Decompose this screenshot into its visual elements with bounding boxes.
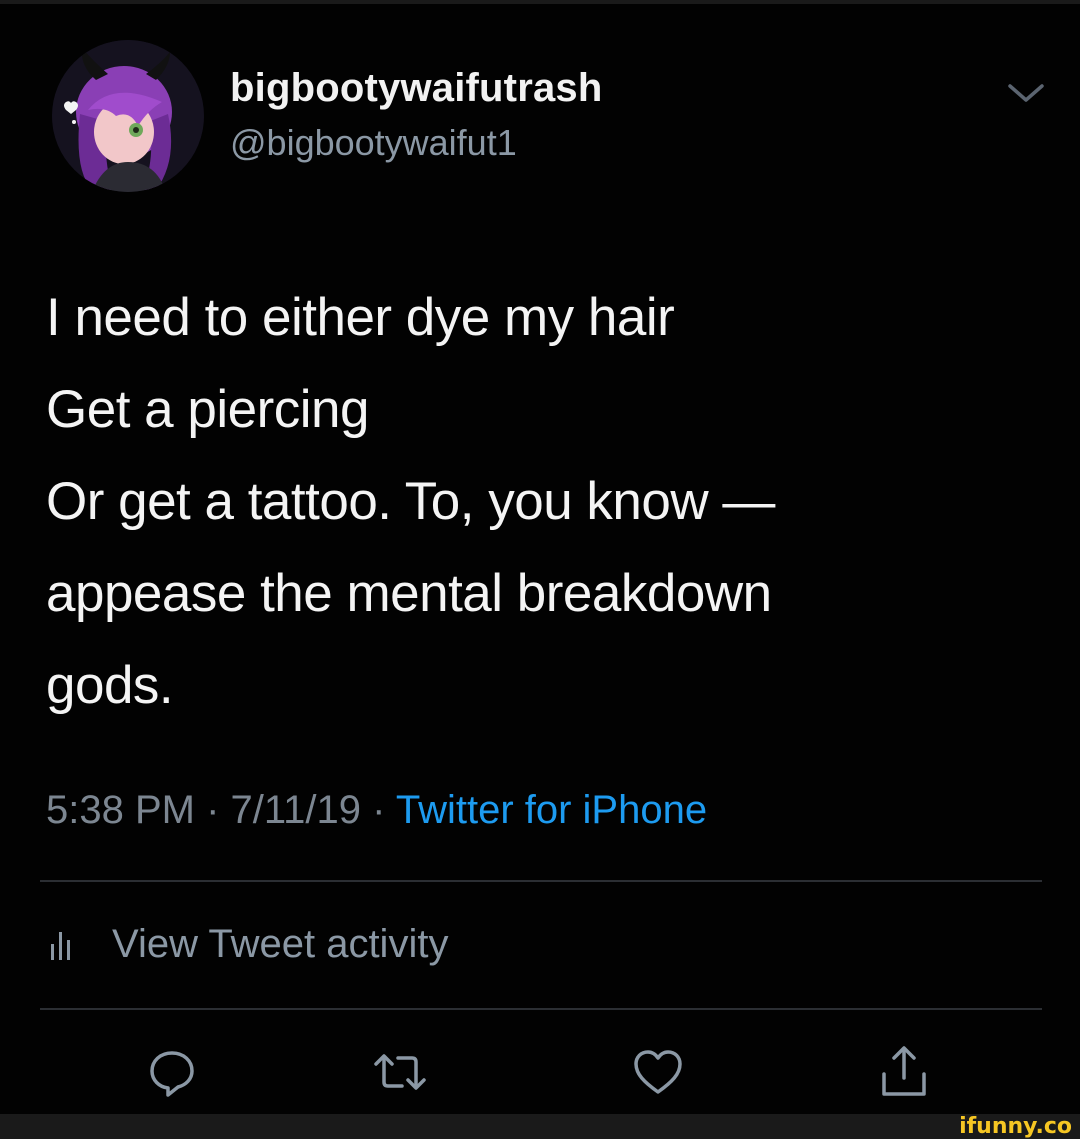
tweet-line: I need to either dye my hair bbox=[46, 288, 675, 347]
heart-icon[interactable] bbox=[630, 1044, 686, 1100]
meta-separator: · bbox=[361, 788, 396, 832]
divider bbox=[40, 880, 1042, 882]
view-tweet-activity-label: View Tweet activity bbox=[112, 921, 449, 966]
display-name[interactable]: bigbootywaifutrash bbox=[230, 66, 603, 111]
tweet-screen: bigbootywaifutrash @bigbootywaifut1 I ne… bbox=[0, 0, 1080, 1139]
share-icon[interactable] bbox=[876, 1044, 932, 1100]
tweet-text: I need to either dye my hair Get a pierc… bbox=[46, 272, 1046, 732]
tweet-line: gods. bbox=[46, 656, 174, 715]
tweet-line: Or get a tattoo. To, you know — bbox=[46, 472, 775, 531]
tweet-source-link[interactable]: Twitter for iPhone bbox=[396, 788, 707, 832]
bar-chart-icon bbox=[51, 932, 70, 960]
tweet-meta: 5:38 PM · 7/11/19 · Twitter for iPhone bbox=[46, 788, 707, 833]
view-tweet-activity-button[interactable]: View Tweet activity bbox=[50, 918, 448, 970]
watermark-logo: ifunny.co bbox=[959, 1114, 1072, 1139]
avatar[interactable] bbox=[52, 40, 204, 192]
reply-icon[interactable] bbox=[144, 1044, 200, 1100]
tweet-line: appease the mental breakdown bbox=[46, 564, 772, 623]
avatar-icon bbox=[52, 40, 204, 192]
tweet-date[interactable]: 7/11/19 bbox=[231, 788, 362, 832]
watermark-bar: ifunny.co bbox=[0, 1114, 1080, 1139]
divider bbox=[40, 1008, 1042, 1010]
chevron-down-icon[interactable] bbox=[1004, 78, 1048, 108]
tweet-line: Get a piercing bbox=[46, 380, 369, 439]
retweet-icon[interactable] bbox=[372, 1044, 428, 1100]
user-handle[interactable]: @bigbootywaifut1 bbox=[230, 122, 517, 164]
tweet-time[interactable]: 5:38 PM bbox=[46, 788, 195, 832]
top-border bbox=[0, 0, 1080, 4]
meta-separator: · bbox=[194, 788, 231, 832]
